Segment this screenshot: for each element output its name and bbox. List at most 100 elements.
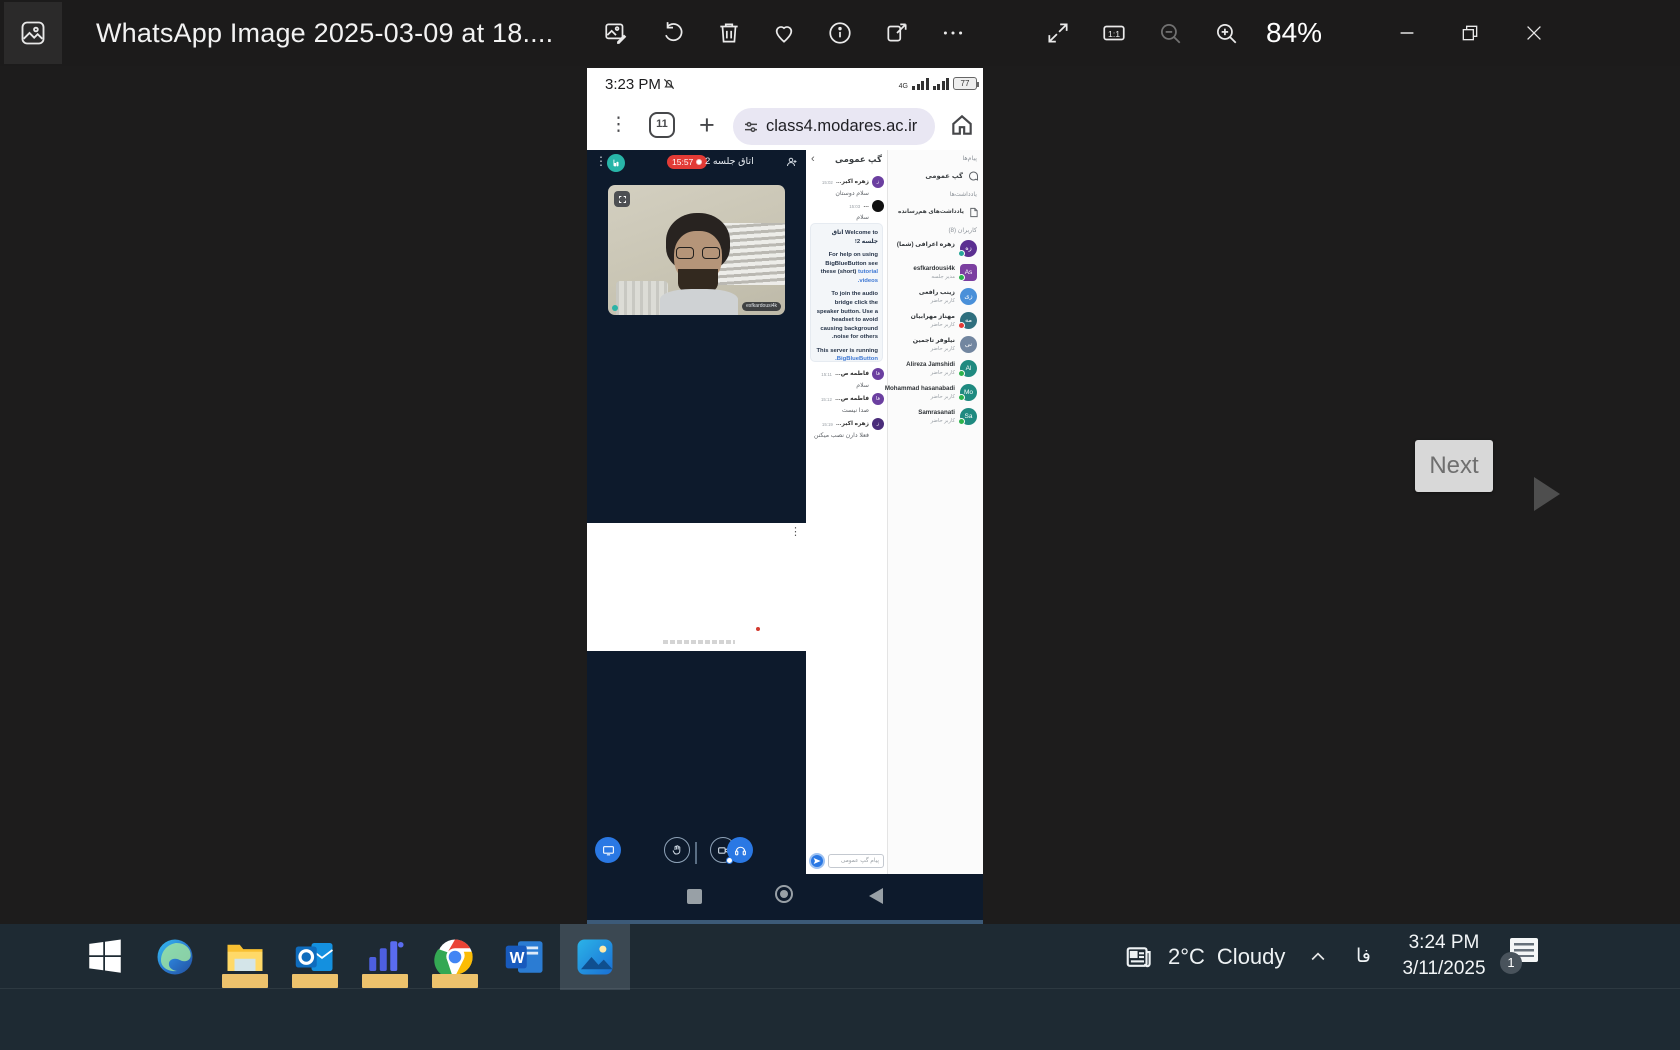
android-back-button[interactable]: [869, 888, 883, 904]
tray-chevron-icon[interactable]: [1308, 924, 1328, 990]
message-time: 15:19: [822, 422, 833, 427]
android-nav-bar: [587, 874, 983, 920]
edit-image-button[interactable]: [602, 19, 630, 47]
rotate-button[interactable]: [659, 19, 687, 47]
person-icon: [786, 156, 798, 168]
share-button[interactable]: [883, 19, 911, 47]
webcam-status-dot: [612, 305, 618, 311]
welcome-paragraph: For help on using BigBlueButton see thes…: [815, 251, 878, 285]
user-status-badge: [958, 394, 965, 401]
user-name: زینب رافعی: [919, 289, 955, 296]
weather-condition: Cloudy: [1217, 944, 1285, 970]
manage-users-icon[interactable]: [786, 155, 798, 173]
close-button[interactable]: [1511, 0, 1557, 66]
bbb-options-icon[interactable]: ⋮: [595, 155, 607, 167]
welcome-card: Welcome to اتاق جلسه 2! For help on using…: [810, 223, 883, 362]
address-bar[interactable]: class4.modares.ac.ir: [733, 108, 935, 145]
user-list-item[interactable]: Al Alireza Jamshidi کاربر حاضر: [889, 358, 979, 382]
user-list-item[interactable]: زی زینب رافعی کاربر حاضر: [889, 286, 979, 310]
delete-button[interactable]: [715, 19, 743, 47]
actual-size-button[interactable]: 1:1: [1100, 19, 1128, 47]
screenshare-button[interactable]: [595, 837, 621, 863]
expand-webcam-icon[interactable]: [614, 191, 630, 207]
notification-center-button[interactable]: 1: [1504, 938, 1538, 968]
user-status-badge: [958, 250, 965, 257]
public-chat-item[interactable]: گپ عمومی: [891, 167, 979, 185]
headphones-icon: [734, 844, 747, 857]
fullscreen-button[interactable]: [1044, 19, 1072, 47]
chat-back-chevron-icon[interactable]: ‹: [811, 153, 815, 165]
windows-taskbar: 2°C Cloudy فا 3:24 PM 3/11/2025 1 W: [0, 924, 1680, 1050]
taskbar-start[interactable]: [70, 924, 140, 990]
webcam-tile[interactable]: esfkardousi4k: [608, 185, 785, 315]
browser-menu-icon[interactable]: ⋮: [609, 115, 628, 134]
welcome-link[interactable]: tutorial videos.: [858, 269, 878, 284]
sender-name: زهره اکبر…: [836, 179, 869, 185]
message-text: فعلا دارن نصب میکنن: [809, 432, 884, 439]
clock-time: 3:24 PM: [1398, 930, 1490, 956]
taskbar-edge[interactable]: [140, 924, 210, 990]
send-message-button[interactable]: [809, 853, 825, 869]
user-list-item[interactable]: Sa Samrasanati کاربر حاضر: [889, 406, 979, 430]
chat-message-input[interactable]: پیام گپ عمومی: [828, 854, 884, 868]
user-status-badge: [958, 370, 965, 377]
home-icon[interactable]: [949, 112, 975, 143]
user-list-item[interactable]: Mo Mohammad hasanabadi کاربر حاضر: [889, 382, 979, 406]
taskbar-photos[interactable]: [560, 924, 630, 990]
chat-header: ‹ گپ عمومی: [806, 152, 887, 168]
info-button[interactable]: [826, 19, 854, 47]
whiteboard-options-icon[interactable]: ⋮: [790, 527, 801, 538]
user-subtitle: کاربر حاضر: [931, 418, 955, 424]
recording-time: 15:57: [672, 155, 693, 169]
message-time: 15:03: [849, 204, 860, 209]
notification-badge: 1: [1500, 952, 1522, 974]
audio-button[interactable]: [727, 837, 753, 863]
language-indicator[interactable]: فا: [1356, 924, 1371, 990]
android-home-button[interactable]: [775, 885, 793, 903]
public-chat-label: گپ عمومی: [925, 172, 963, 180]
tab-counter[interactable]: 11: [649, 112, 675, 138]
favorite-button[interactable]: [770, 19, 798, 47]
network-type-label: 4G: [899, 83, 908, 90]
phone-status-bar: 3:23 PM 4G 77: [587, 68, 983, 102]
android-recents-button[interactable]: [687, 889, 702, 904]
image-icon: [19, 19, 47, 47]
taskbar-weather[interactable]: 2°C Cloudy: [1122, 924, 1285, 990]
user-name: Alireza Jamshidi: [906, 361, 955, 368]
welcome-link[interactable]: BigBlueButton.: [835, 356, 878, 362]
restore-button[interactable]: [1447, 0, 1493, 66]
shared-notes-item[interactable]: یادداشت‌های هم‌رسانده: [891, 203, 979, 221]
attention-indicator: [432, 974, 478, 988]
new-tab-icon[interactable]: +: [699, 110, 715, 141]
user-subtitle: مدیر جلسه: [931, 274, 955, 280]
whiteboard-area[interactable]: ⋮: [587, 523, 806, 651]
home-glyph: [949, 112, 975, 138]
message-time: 15:12: [821, 397, 832, 402]
recording-badge[interactable]: 15:57: [667, 155, 707, 169]
bbb-logo-glyph: [611, 158, 621, 168]
user-list-item[interactable]: مه مهناز مهرابیان کاربر حاضر: [889, 310, 979, 334]
next-button[interactable]: Next: [1415, 440, 1493, 492]
see-more-button[interactable]: [939, 19, 967, 47]
sender-name: فاطمه ص…: [835, 371, 869, 377]
welcome-paragraph: Welcome to اتاق جلسه 2!: [815, 229, 878, 246]
message-text: سلام دوستان: [809, 190, 884, 197]
webcam-name-label: esfkardousi4k: [742, 302, 781, 311]
user-subtitle: کاربر حاضر: [931, 346, 955, 352]
fullscreen-corners-glyph: [618, 195, 627, 204]
welcome-paragraph: This server is running BigBlueButton.: [815, 347, 878, 364]
minimize-button[interactable]: [1384, 0, 1430, 66]
user-name: esfkardousi4k: [913, 265, 955, 272]
zoom-in-button[interactable]: [1212, 19, 1240, 47]
avatar: فا: [872, 393, 884, 405]
chat-message: فا فاطمه ص… 15:12 صدا نیست: [809, 393, 884, 414]
next-arrow-icon[interactable]: [1534, 477, 1560, 511]
user-list-item[interactable]: نی نیلوفر تاجمین کاربر حاضر: [889, 334, 979, 358]
taskbar-word[interactable]: W: [490, 924, 560, 990]
taskbar-clock[interactable]: 3:24 PM 3/11/2025: [1398, 930, 1490, 982]
user-list-item[interactable]: As esfkardousi4k مدیر جلسه: [889, 262, 979, 286]
whiteboard-watermark: [663, 640, 735, 644]
user-list-item[interactable]: زه زهره اعرافی (شما): [889, 238, 979, 262]
raise-hand-button[interactable]: [664, 837, 690, 863]
attention-indicator: [292, 974, 338, 988]
